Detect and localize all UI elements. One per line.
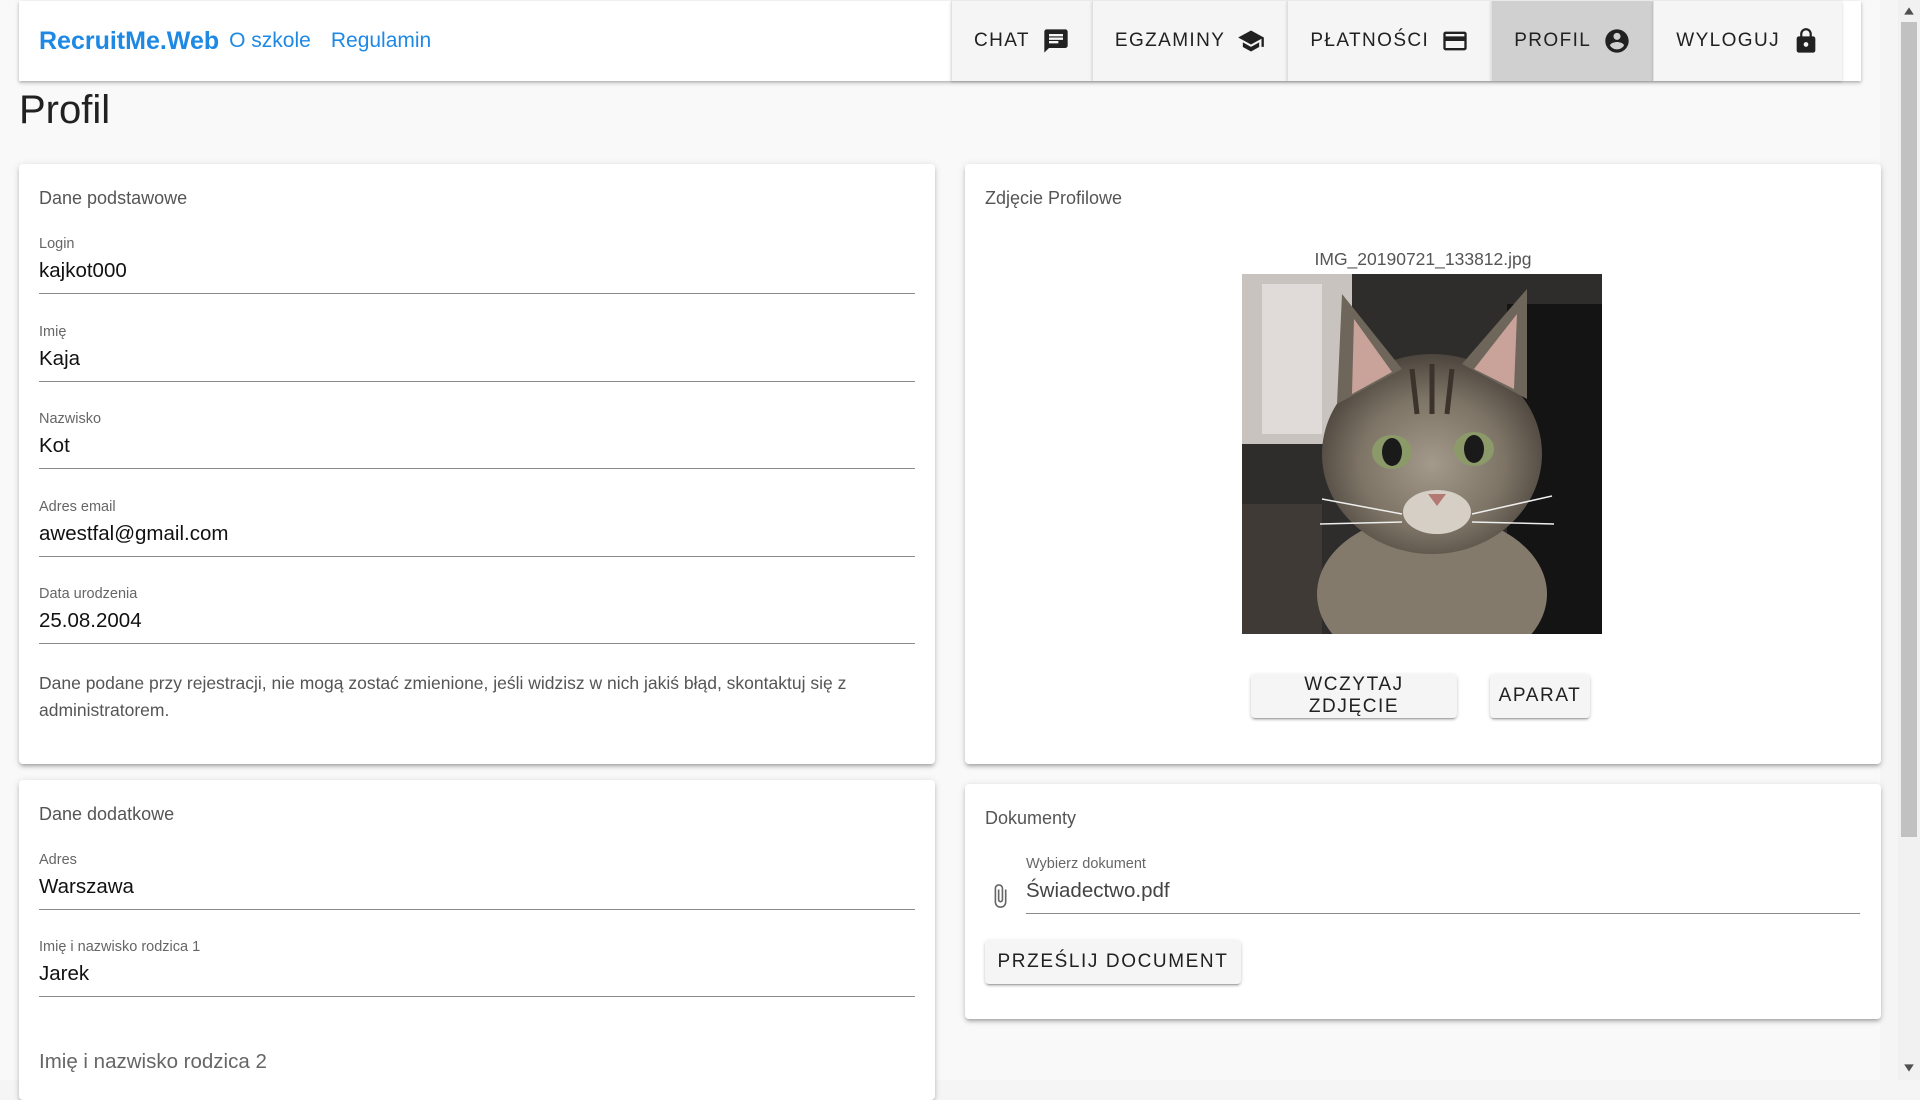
scroll-down-arrow-icon[interactable]	[1903, 1062, 1915, 1074]
nav-logout-button[interactable]: WYLOGUJ	[1653, 1, 1842, 81]
login-field[interactable]: Login kajkot000	[39, 236, 915, 294]
login-label: Login	[39, 236, 75, 252]
documents-card: Dokumenty Wybierz dokument Świadectwo.pd…	[965, 784, 1881, 1019]
brand-link[interactable]: RecruitMe.Web	[39, 27, 219, 56]
email-field[interactable]: Adres email awestfal@gmail.com	[39, 499, 915, 557]
app-bar: RecruitMe.Web O szkole Regulamin CHAT EG…	[19, 1, 1861, 81]
parent2-placeholder: Imię i nazwisko rodzica 2	[39, 1050, 267, 1073]
profile-photo-title: Zdjęcie Profilowe	[985, 188, 1123, 208]
chat-icon	[1044, 29, 1068, 53]
graduation-cap-icon	[1238, 30, 1265, 52]
regulations-link[interactable]: Regulamin	[331, 29, 431, 53]
camera-button[interactable]: APARAT	[1490, 674, 1590, 718]
nav-chat-label: CHAT	[973, 30, 1030, 51]
nav-exams-label: EGZAMINY	[1114, 30, 1226, 51]
extra-data-title: Dane dodatkowe	[39, 804, 175, 824]
nav-buttons: CHAT EGZAMINY PŁATNOŚCI PROFIL WYLOGUJ	[950, 1, 1842, 81]
nav-exams-button[interactable]: EGZAMINY	[1091, 1, 1288, 81]
vertical-scrollbar[interactable]	[1898, 0, 1920, 1080]
address-label: Adres	[39, 852, 77, 868]
basic-data-card: Dane podstawowe Login kajkot000 Imię Kaj…	[19, 164, 935, 764]
last-name-value: Kot	[39, 434, 70, 457]
parent1-field[interactable]: Imię i nazwisko rodzica 1 Jarek	[39, 939, 915, 997]
first-name-field[interactable]: Imię Kaja	[39, 324, 915, 382]
last-name-label: Nazwisko	[39, 411, 102, 427]
extra-data-card: Dane dodatkowe Adres Warszawa Imię i naz…	[19, 780, 935, 1100]
last-name-field[interactable]: Nazwisko Kot	[39, 411, 915, 469]
credit-card-icon	[1443, 31, 1467, 51]
parent1-label: Imię i nazwisko rodzica 1	[39, 939, 201, 955]
address-field[interactable]: Adres Warszawa	[39, 852, 915, 910]
address-value: Warszawa	[39, 875, 134, 898]
nav-payments-label: PŁATNOŚCI	[1310, 30, 1430, 51]
nav-profile-button[interactable]: PROFIL	[1491, 1, 1654, 81]
parent2-field[interactable]: Imię i nazwisko rodzica 2	[39, 1050, 915, 1084]
nav-profile-label: PROFIL	[1514, 30, 1592, 51]
email-value: awestfal@gmail.com	[39, 522, 229, 545]
scroll-up-arrow-icon[interactable]	[1903, 5, 1915, 17]
birth-date-label: Data urodzenia	[39, 586, 138, 602]
page-title: Profil	[19, 88, 111, 132]
first-name-value: Kaja	[39, 347, 81, 370]
nav-chat-button[interactable]: CHAT	[950, 1, 1092, 81]
paperclip-icon	[994, 884, 1007, 908]
login-value: kajkot000	[39, 259, 127, 282]
first-name-label: Imię	[39, 324, 67, 340]
about-school-link[interactable]: O szkole	[229, 29, 311, 53]
email-label: Adres email	[39, 499, 116, 515]
nav-payments-button[interactable]: PŁATNOŚCI	[1287, 1, 1492, 81]
profile-photo-card: Zdjęcie Profilowe IMG_20190721_133812.jp…	[965, 164, 1881, 764]
document-file-input[interactable]: Wybierz dokument Świadectwo.pdf	[1026, 856, 1860, 914]
upload-document-button[interactable]: PRZEŚLIJ DOCUMENT	[985, 940, 1241, 984]
basic-data-title: Dane podstawowe	[39, 188, 188, 208]
birth-date-field[interactable]: Data urodzenia 25.08.2004	[39, 586, 915, 644]
account-circle-icon	[1605, 29, 1629, 53]
lock-icon	[1796, 28, 1816, 53]
parent1-value: Jarek	[39, 962, 90, 985]
load-photo-button[interactable]: WCZYTAJ ZDJĘCIE	[1251, 674, 1457, 718]
document-label: Wybierz dokument	[1026, 856, 1146, 872]
photo-filename: IMG_20190721_133812.jpg	[1314, 249, 1532, 269]
profile-photo-image	[1242, 274, 1602, 634]
registration-note: Dane podane przy rejestracji, nie mogą z…	[39, 673, 847, 720]
documents-title: Dokumenty	[985, 808, 1077, 828]
document-value: Świadectwo.pdf	[1026, 879, 1170, 902]
nav-logout-label: WYLOGUJ	[1676, 30, 1780, 51]
birth-date-value: 25.08.2004	[39, 609, 142, 632]
scrollbar-thumb[interactable]	[1901, 22, 1917, 837]
